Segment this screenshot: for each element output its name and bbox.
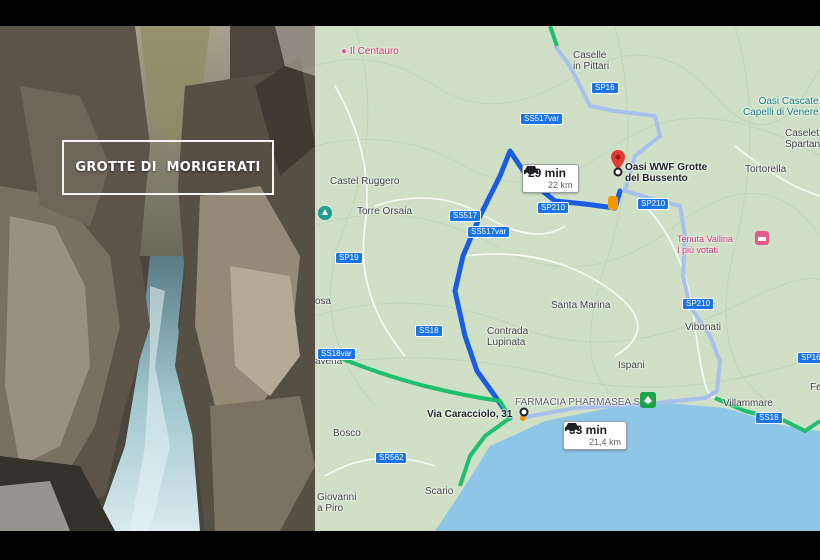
road-shield-ss18var: SS18var xyxy=(317,348,356,360)
road-shield-ss18: SS18 xyxy=(755,412,783,424)
road-shield-ss18: SS18 xyxy=(415,325,443,337)
place-scario[interactable]: Scario xyxy=(425,486,453,497)
place-tortorella[interactable]: Tortorella xyxy=(745,164,786,175)
place-tenuta-vallina[interactable]: Tenuta Vallina I più votati xyxy=(677,234,733,256)
route-card-primary[interactable]: 29 min 22 km xyxy=(522,164,579,193)
route-distance: 22 km xyxy=(548,180,573,190)
car-icon xyxy=(524,166,538,175)
place-giovanni[interactable]: Giovanni a Piro xyxy=(317,492,356,514)
place-torre-orsaia[interactable]: Torre Orsaia xyxy=(357,206,412,217)
place-osa[interactable]: osa xyxy=(315,296,331,307)
route-distance: 21,4 km xyxy=(589,437,622,447)
bottom-border xyxy=(0,531,820,560)
road-shield-sp210: SP210 xyxy=(682,298,715,310)
road-shield-sp16: SP16 xyxy=(797,352,820,364)
road-shield-sr562: SR562 xyxy=(375,452,408,464)
road-shield-sp210: SP210 xyxy=(537,202,570,214)
place-caselet[interactable]: Caselet Spartan xyxy=(785,128,820,150)
title-frame: GROTTE DI MORIGERATI xyxy=(62,140,274,195)
place-bosco[interactable]: Bosco xyxy=(333,428,361,439)
top-border xyxy=(0,0,820,26)
place-oasi-cascate[interactable]: Oasi Cascate Capelli di Venere xyxy=(743,96,819,118)
place-contrada[interactable]: Contrada Lupinata xyxy=(487,326,528,348)
place-oasi-wwf[interactable]: Oasi WWF Grotte del Bussento xyxy=(625,162,707,184)
place-fe[interactable]: Fe xyxy=(810,382,820,393)
place-caselle[interactable]: Caselle in Pittari xyxy=(573,50,609,72)
image-frame: GROTTE DI MORIGERATI ● Il Centauro Casel… xyxy=(0,0,820,560)
road-shield-sp16: SP16 xyxy=(591,82,619,94)
road-shield-ss517: SS517 xyxy=(449,210,482,222)
road-shield-sp210: SP210 xyxy=(637,198,670,210)
place-farmacia[interactable]: FARMACIA PHARMASEA SRL xyxy=(515,397,653,408)
place-via-caracciolo[interactable]: Via Caracciolo, 31 xyxy=(427,409,512,420)
place-castel-ruggero[interactable]: Castel Ruggero xyxy=(330,176,399,187)
photo-title: GROTTE DI MORIGERATI xyxy=(75,160,261,175)
place-il-centauro[interactable]: ● Il Centauro xyxy=(341,46,399,57)
gorge-illustration xyxy=(0,26,315,531)
place-santa-marina[interactable]: Santa Marina xyxy=(551,300,610,311)
gorge-photo: GROTTE DI MORIGERATI xyxy=(0,26,315,531)
place-villammare[interactable]: Villammare xyxy=(723,398,773,409)
route-card-alternate[interactable]: 33 min 21,4 km xyxy=(563,421,628,450)
place-vibonati[interactable]: Vibonati xyxy=(685,322,721,333)
route-map[interactable]: ● Il Centauro Caselle in Pittari Oasi Ca… xyxy=(315,26,820,531)
road-shield-ss517var: SS517var xyxy=(520,113,564,125)
place-ispani[interactable]: Ispani xyxy=(618,360,645,371)
car-icon xyxy=(565,423,579,432)
road-shield-sp19: SP19 xyxy=(335,252,363,264)
road-shield-ss517var: SS517var xyxy=(467,226,511,238)
